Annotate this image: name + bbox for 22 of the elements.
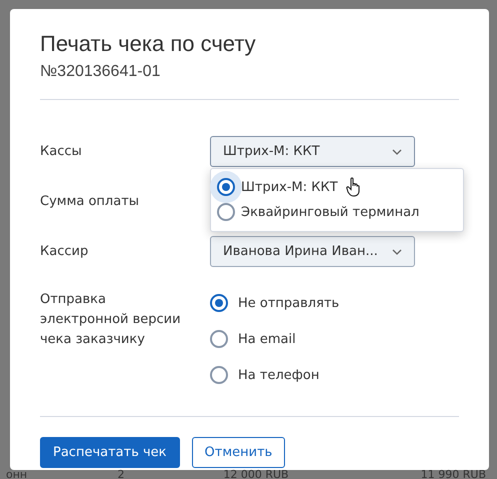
cancel-button[interactable]: Отменить	[192, 437, 286, 468]
table-cell-text: 12 000 RUB	[222, 470, 290, 479]
table-cell-text: 2	[116, 470, 126, 479]
select-field[interactable]: Иванова Ирина Иван...	[210, 236, 415, 267]
radio-option[interactable]: На email	[210, 330, 340, 348]
chevron-down-icon	[392, 248, 402, 254]
chevron-down-icon	[392, 148, 402, 154]
dropdown-option[interactable]: Штрих-М: ККТ	[217, 177, 457, 197]
invoice-number: №320136641-01	[39, 63, 162, 81]
field-label: Отправка электронной версии чека заказчику	[40, 291, 182, 349]
print-button[interactable]: Распечатать чек	[40, 437, 180, 468]
field-label: Сумма оплаты	[40, 193, 140, 211]
table-cell-text: 11 990 RUB	[420, 470, 486, 479]
dialog-title: Печать чека по счету	[39, 31, 257, 57]
select-field[interactable]: Штрих-М: ККТ	[210, 136, 415, 167]
dropdown-option[interactable]: Эквайринговый терминал	[217, 203, 457, 221]
radio-option[interactable]: На телефон	[210, 366, 340, 384]
field-label: Кассы	[40, 143, 83, 161]
table-cell-text: онн	[6, 470, 28, 479]
hand-cursor-icon	[346, 177, 362, 197]
radio-option[interactable]: Не отправлять	[210, 294, 340, 312]
field-label: Кассир	[40, 243, 90, 261]
